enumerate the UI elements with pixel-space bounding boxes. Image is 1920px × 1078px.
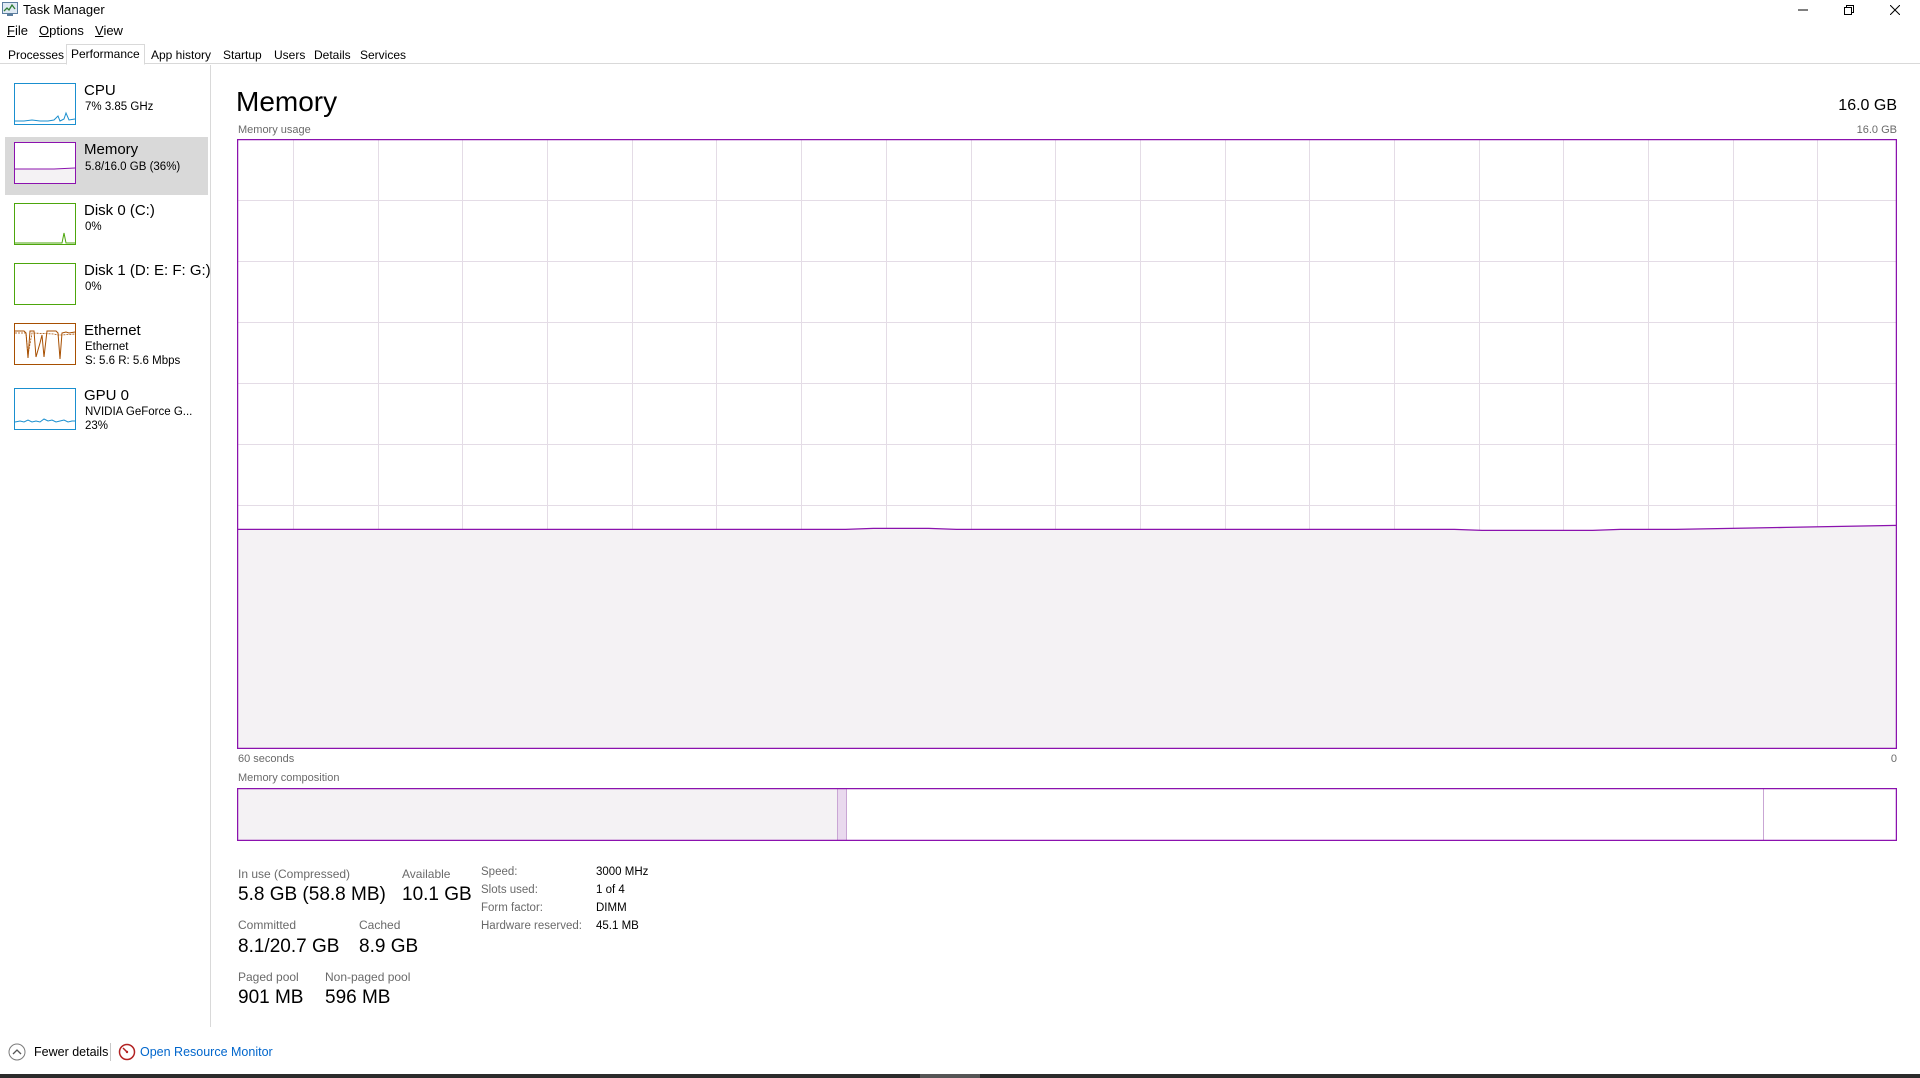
sidebar-item-detail: NVIDIA GeForce G... [85, 406, 193, 418]
sidebar-item-detail: Ethernet [85, 341, 129, 353]
sidebar-item-title: CPU [84, 82, 116, 99]
ethernet-thumbnail-graph [14, 323, 76, 365]
sidebar-item-title: Memory [84, 141, 139, 158]
window-title: Task Manager [23, 2, 105, 17]
menu-file[interactable]: File [7, 23, 28, 38]
in-use-value: 5.8 GB (58.8 MB) [238, 884, 386, 905]
restore-icon [1844, 5, 1854, 15]
sidebar-item-detail: 0% [85, 281, 102, 293]
tab-services[interactable]: Services [356, 46, 410, 64]
memory-usage-label: Memory usage [238, 124, 311, 136]
form-factor-value: DIMM [596, 902, 627, 914]
menu-file-label: ile [14, 23, 28, 38]
page-title: Memory [236, 86, 338, 117]
sidebar-item-detail: 5.8/16.0 GB (36%) [85, 161, 181, 173]
tab-app-history[interactable]: App history [147, 46, 215, 64]
menu-options-label: ptions [49, 23, 84, 38]
slots-used-value: 1 of 4 [596, 884, 625, 896]
time-axis-end-label: 0 [1890, 753, 1897, 765]
minimize-icon [1798, 9, 1808, 11]
available-label: Available [402, 867, 451, 881]
sidebar-item-memory[interactable]: Memory 5.8/16.0 GB (36%) [5, 137, 208, 195]
cached-label: Cached [359, 918, 401, 932]
form-factor-label: Form factor: [481, 902, 543, 914]
sidebar-item-gpu-0[interactable]: GPU 0 NVIDIA GeForce G... 23% [5, 383, 208, 443]
sidebar-item-ethernet[interactable]: Ethernet Ethernet S: 5.6 R: 5.6 Mbps [5, 318, 208, 378]
total-memory: 16.0 GB [1838, 97, 1897, 114]
memory-thumbnail-graph [14, 142, 76, 184]
chevron-up-circle-icon[interactable] [8, 1043, 26, 1061]
footer-bar: Fewer details Open Resource Monitor [0, 1040, 1920, 1065]
menu-view-label: iew [103, 23, 123, 38]
title-bar: Task Manager [0, 0, 1920, 20]
cpu-thumbnail-graph [14, 83, 76, 125]
paged-pool-value: 901 MB [238, 987, 304, 1008]
sidebar-item-title: Ethernet [84, 322, 141, 339]
tab-users[interactable]: Users [270, 46, 309, 64]
paged-pool-label: Paged pool [238, 970, 299, 984]
disk-1-thumbnail-graph [14, 263, 76, 305]
fewer-details-button[interactable]: Fewer details [34, 1045, 108, 1059]
sidebar-item-disk-0[interactable]: Disk 0 (C:) 0% [5, 198, 208, 254]
close-button[interactable] [1872, 0, 1918, 20]
memory-usage-max-label: 16.0 GB [1856, 124, 1897, 136]
sidebar-item-disk-1[interactable]: Disk 1 (D: E: F: G:) 0% [5, 258, 211, 314]
sidebar-item-title: GPU 0 [84, 387, 130, 404]
committed-label: Committed [238, 918, 297, 932]
memory-usage-graph [237, 139, 1897, 749]
close-icon [1890, 5, 1900, 15]
available-value: 10.1 GB [402, 884, 472, 905]
committed-value: 8.1/20.7 GB [238, 936, 340, 957]
sidebar-item-title: Disk 0 (C:) [84, 202, 155, 219]
tab-details[interactable]: Details [310, 46, 355, 64]
menu-options[interactable]: Options [39, 23, 84, 38]
composition-modified [838, 789, 846, 840]
restore-button[interactable] [1826, 0, 1872, 20]
hardware-reserved-label: Hardware reserved: [481, 920, 582, 932]
menu-options-mnemonic: O [39, 23, 50, 38]
footer-divider [110, 1043, 111, 1061]
in-use-label: In use (Compressed) [238, 867, 351, 881]
sidebar-item-utilization: 23% [85, 420, 109, 432]
sidebar-item-cpu[interactable]: CPU 7% 3.85 GHz [5, 78, 208, 134]
gpu-0-thumbnail-graph [14, 388, 76, 430]
menu-view[interactable]: View [95, 23, 123, 38]
resource-monitor-icon [118, 1043, 136, 1061]
sidebar-item-throughput: S: 5.6 R: 5.6 Mbps [85, 355, 181, 367]
sidebar-item-detail: 7% 3.85 GHz [85, 101, 154, 113]
sidebar-item-title: Disk 1 (D: E: F: G:) [84, 262, 211, 279]
menu-file-mnemonic: F [7, 23, 15, 38]
minimize-button[interactable] [1780, 0, 1826, 20]
tab-processes[interactable]: Processes [4, 46, 68, 64]
window-bottom-edge-accent [920, 1074, 980, 1078]
speed-label: Speed: [481, 866, 518, 878]
composition-in-use [238, 789, 838, 840]
tab-strip: Processes Performance App history Startu… [0, 44, 1920, 65]
non-paged-pool-label: Non-paged pool [325, 970, 411, 984]
task-manager-icon [2, 2, 18, 16]
tab-performance[interactable]: Performance [66, 44, 145, 65]
time-axis-start-label: 60 seconds [238, 753, 295, 765]
sidebar-item-detail: 0% [85, 221, 102, 233]
slots-used-label: Slots used: [481, 884, 538, 896]
hardware-reserved-value: 45.1 MB [596, 920, 639, 932]
speed-value: 3000 MHz [596, 866, 649, 878]
tab-startup[interactable]: Startup [219, 46, 266, 64]
memory-composition-bar [237, 788, 1897, 841]
cached-value: 8.9 GB [359, 936, 419, 957]
non-paged-pool-value: 596 MB [325, 987, 391, 1008]
memory-composition-label: Memory composition [238, 772, 340, 784]
menu-bar: File Options View [0, 20, 1920, 40]
open-resource-monitor-link[interactable]: Open Resource Monitor [140, 1045, 273, 1059]
disk-0-thumbnail-graph [14, 203, 76, 245]
memory-usage-area [237, 525, 1897, 749]
resource-sidebar: CPU 7% 3.85 GHz Memory 5.8/16.0 GB (36%)… [0, 65, 211, 1027]
